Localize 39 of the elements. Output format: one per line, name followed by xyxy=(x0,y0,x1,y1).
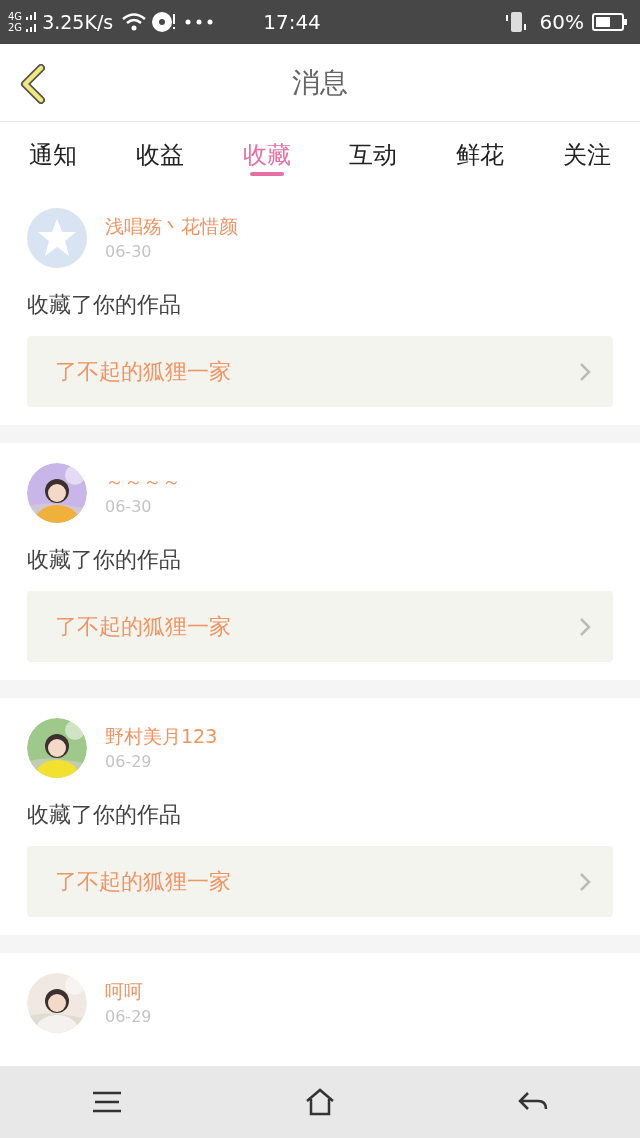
disc-icon xyxy=(151,11,178,33)
tab[interactable]: 关注 xyxy=(533,122,640,188)
message-text: 收藏了你的作品 xyxy=(27,801,182,829)
message-date: 06-29 xyxy=(105,751,153,773)
message-date: 06-29 xyxy=(105,1006,152,1028)
tab[interactable]: 互动 xyxy=(320,122,427,188)
network-speed: 3.25K/s xyxy=(42,9,114,35)
star-icon xyxy=(36,218,78,258)
menu-button[interactable] xyxy=(91,1091,122,1113)
user-name: 浅唱殇丶花惜颜 xyxy=(105,214,238,239)
back-icon xyxy=(19,64,47,104)
tab-indicator xyxy=(249,172,284,176)
tab[interactable]: 通知 xyxy=(0,122,107,188)
more-icon xyxy=(185,19,214,25)
network-label: 4G xyxy=(8,11,23,22)
user-name: ～～～～ xyxy=(105,469,181,494)
home-button[interactable] xyxy=(305,1088,335,1116)
message-date: 06-30 xyxy=(105,496,153,518)
chevron-right-icon xyxy=(579,616,591,637)
message-date: 06-30 xyxy=(105,241,153,263)
message-text: 收藏了你的作品 xyxy=(27,291,182,319)
clock: 17:44 xyxy=(263,9,321,36)
tab[interactable]: 鲜花 xyxy=(426,122,534,188)
vibrate-icon xyxy=(503,11,528,33)
home-icon xyxy=(305,1088,335,1116)
back-button[interactable] xyxy=(18,64,48,104)
wifi-icon xyxy=(121,12,148,32)
user-name: 野村美月123 xyxy=(105,724,218,749)
user-name: 呵呵 xyxy=(105,979,144,1004)
chevron-right-icon xyxy=(579,361,591,382)
battery-percent: 60% xyxy=(539,9,584,36)
tab[interactable]: 收益 xyxy=(106,122,214,188)
battery-icon xyxy=(592,12,628,32)
menu-icon xyxy=(91,1091,122,1113)
chevron-right-icon xyxy=(579,871,591,892)
signal-icon xyxy=(26,11,39,33)
page-title: 消息 xyxy=(292,64,348,101)
message-text: 收藏了你的作品 xyxy=(27,546,182,574)
network-label: 2G xyxy=(8,22,23,33)
